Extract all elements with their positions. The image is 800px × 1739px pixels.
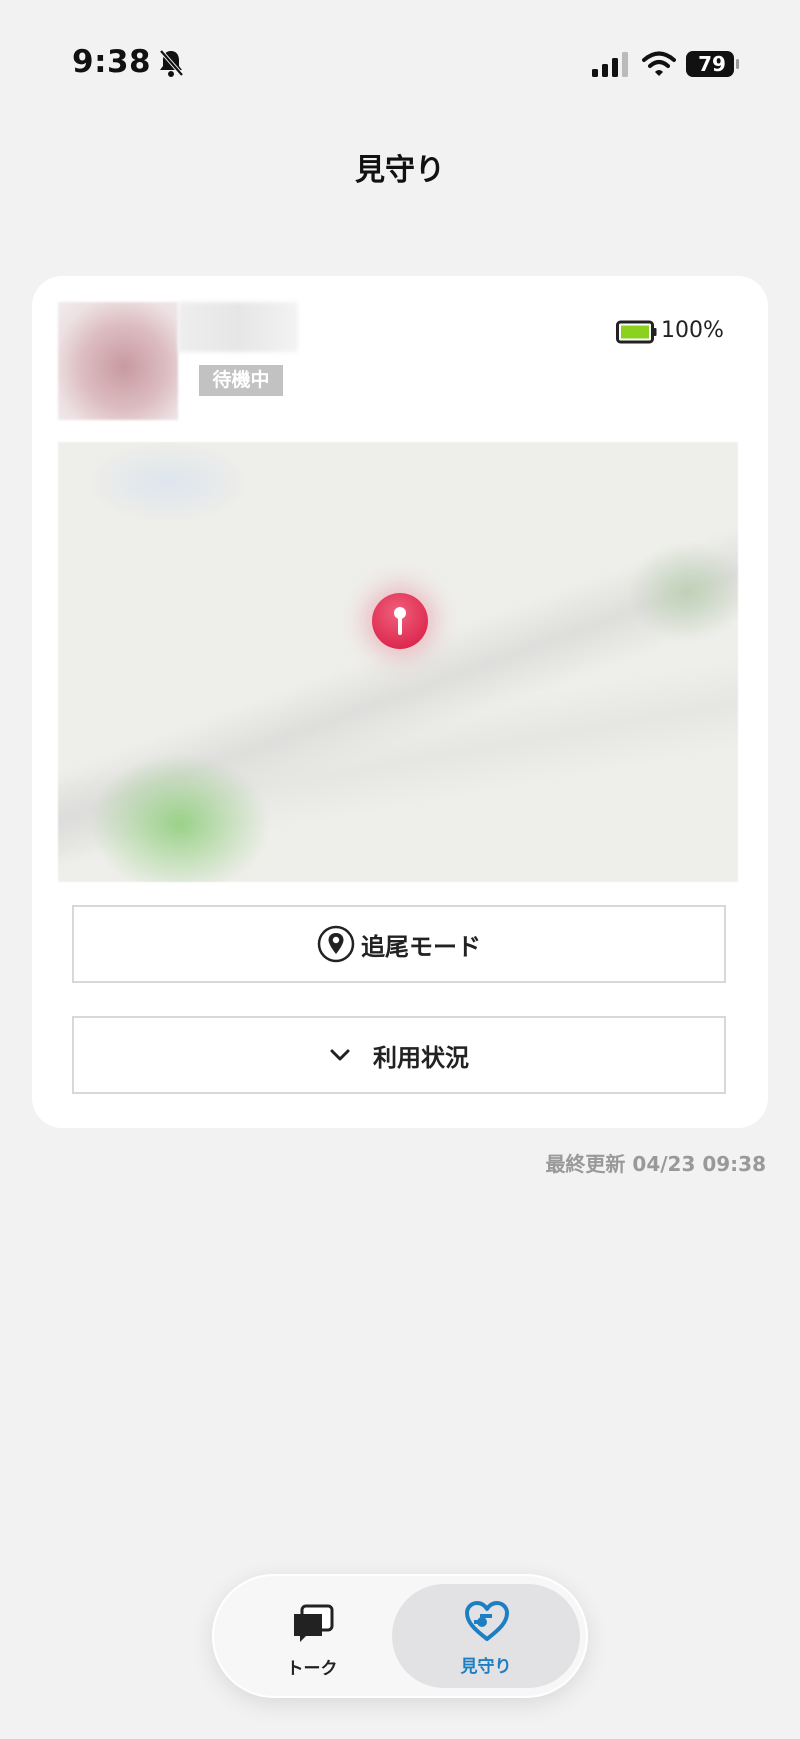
follow-mode-button[interactable]: 追尾モード [72, 905, 726, 983]
bell-slash-icon [159, 49, 184, 77]
cellular-signal-icon [592, 52, 628, 77]
map-pin-stem [398, 617, 402, 635]
chat-bubbles-icon [294, 1604, 334, 1642]
usage-status-label: 利用状況 [373, 1043, 469, 1072]
follow-mode-label: 追尾モード [361, 932, 481, 961]
status-bar: 9:38 79 [0, 0, 800, 120]
tab-watch-label: 見守り [460, 1657, 512, 1677]
usage-status-button[interactable]: 利用状況 [72, 1016, 726, 1094]
status-badge: 待機中 [199, 365, 283, 396]
device-battery-icon [616, 320, 657, 344]
tab-talk[interactable]: トーク [232, 1586, 392, 1686]
tab-watch[interactable]: 見守り [392, 1584, 580, 1688]
tab-talk-label: トーク [286, 1659, 338, 1679]
status-time: 9:38 [72, 44, 152, 80]
location-marker-icon [317, 925, 355, 963]
wifi-icon [642, 51, 676, 76]
heart-icon [465, 1601, 509, 1641]
status-battery-percent: 79 [698, 52, 726, 76]
chevron-down-icon [330, 1049, 350, 1061]
page-title: 見守り [355, 153, 445, 188]
location-map[interactable] [58, 442, 738, 882]
avatar [58, 302, 178, 420]
last-updated: 最終更新 04/23 09:38 [545, 1152, 766, 1176]
device-battery-text: 100% [661, 318, 724, 343]
device-name [178, 302, 298, 352]
map-pin-icon[interactable] [372, 593, 428, 649]
